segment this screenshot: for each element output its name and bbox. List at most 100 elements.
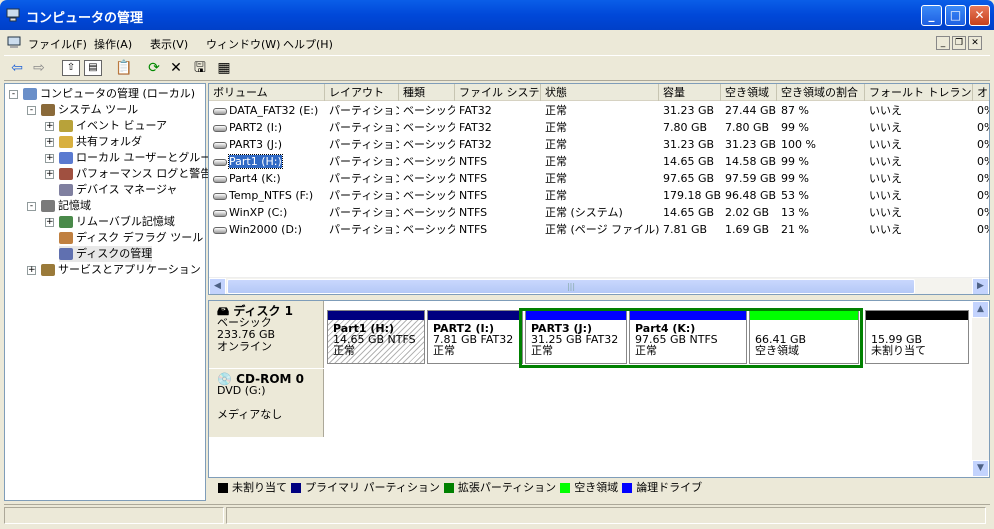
column-header-8[interactable]: フォールト トレランス xyxy=(865,84,973,101)
menu-window[interactable]: ウィンドウ(W) xyxy=(206,36,280,52)
menu-action[interactable]: 操作(A) xyxy=(94,36,132,52)
tree-item-4[interactable]: ローカル ユーザーとグループ xyxy=(59,150,222,166)
cell-4: 正常 xyxy=(545,104,567,117)
partition-color-bar xyxy=(328,311,424,320)
tree-item-3[interactable]: 共有フォルダ xyxy=(59,134,142,150)
cell-6: 1.69 GB xyxy=(725,223,770,236)
cdrom-status: メディアなし xyxy=(217,408,283,421)
table-row[interactable]: Part4 (K:) パーティション ベーシック NTFS 正常 97.65 GB 97.5… xyxy=(209,170,989,187)
tree-expander-7[interactable]: - xyxy=(27,202,36,211)
settings-icon[interactable]: 🖫 xyxy=(190,59,210,77)
computer-icon xyxy=(6,8,20,22)
column-header-0[interactable]: ボリューム xyxy=(209,84,325,101)
tree-item-9[interactable]: ディスク デフラグ ツール xyxy=(59,230,203,246)
drive-icon xyxy=(213,226,227,234)
scroll-left-icon[interactable]: ◀ xyxy=(209,278,226,294)
tree-item-label: ディスク デフラグ ツール xyxy=(76,231,204,244)
tree-item-8[interactable]: リムーバブル記憶域 xyxy=(59,214,175,230)
partition-status: 正常 xyxy=(433,344,455,357)
column-header-5[interactable]: 容量 xyxy=(659,84,721,101)
cell-3: NTFS xyxy=(459,206,488,219)
table-row[interactable]: Win2000 (D:) パーティション ベーシック NTFS 正常 (ページ ファイル… xyxy=(209,221,989,238)
column-header-1[interactable]: レイアウト xyxy=(325,84,399,101)
delete-icon[interactable]: ✕ xyxy=(166,59,186,77)
tree-item-5[interactable]: パフォーマンス ログと警告 xyxy=(59,166,211,182)
tree-item-7[interactable]: 記憶域 xyxy=(41,198,91,214)
cell-2: ベーシック xyxy=(403,121,455,134)
scroll-down-icon[interactable]: ▼ xyxy=(972,460,989,477)
tree-expander-11[interactable]: + xyxy=(27,266,36,275)
tree-expander-1[interactable]: - xyxy=(27,106,36,115)
cdrom-info[interactable]: 💿 CD-ROM 0 DVD (G:) メディアなし xyxy=(209,369,324,437)
tree-item-label: サービスとアプリケーション xyxy=(58,263,201,276)
column-header-6[interactable]: 空き領域 xyxy=(721,84,777,101)
tree-expander-8[interactable]: + xyxy=(45,218,54,227)
up-folder-icon[interactable]: ⇧ xyxy=(62,60,80,76)
tree-expander-3[interactable]: + xyxy=(45,138,54,147)
cell-3: NTFS xyxy=(459,223,488,236)
tree-item-11[interactable]: サービスとアプリケーション xyxy=(41,262,201,278)
cell-7: 99 % xyxy=(781,121,809,134)
table-row[interactable]: PART2 (I:) パーティション ベーシック FAT32 正常 7.80 GB 7.80… xyxy=(209,119,989,136)
menu-help[interactable]: ヘルプ(H) xyxy=(283,36,333,52)
cell-7: 21 % xyxy=(781,223,809,236)
column-header-3[interactable]: ファイル システム xyxy=(455,84,541,101)
menu-file[interactable]: ファイル(F) xyxy=(28,36,87,52)
scroll-up-icon[interactable]: ▲ xyxy=(972,301,989,318)
cell-7: 53 % xyxy=(781,189,809,202)
partition-block[interactable]: 15.99 GB 未割り当て xyxy=(865,310,969,364)
table-row[interactable]: Part1 (H:) パーティション ベーシック NTFS 正常 14.65 GB 14.5… xyxy=(209,153,989,170)
forward-icon[interactable]: ⇨ xyxy=(29,59,49,77)
partition-status: 正常 xyxy=(333,344,355,357)
horizontal-scrollbar[interactable]: ◀ ||| ▶ xyxy=(209,277,989,294)
tree-item-label: 共有フォルダ xyxy=(76,135,142,148)
tree-expander-5[interactable]: + xyxy=(45,170,54,179)
tree-item-1[interactable]: システム ツール xyxy=(41,102,138,118)
table-row[interactable]: PART3 (J:) パーティション ベーシック FAT32 正常 31.23 GB 31.… xyxy=(209,136,989,153)
cell-6: 96.48 GB xyxy=(725,189,777,202)
tree-item-0[interactable]: コンピュータの管理 (ローカル) xyxy=(23,86,195,102)
vertical-scrollbar[interactable]: ▲ ▼ xyxy=(972,301,989,477)
tree-item-label: イベント ビューア xyxy=(76,119,168,132)
mdi-close-button[interactable]: ✕ xyxy=(968,36,982,50)
tree-item-10[interactable]: ディスクの管理 xyxy=(59,246,153,262)
cell-6: 31.23 GB xyxy=(725,138,777,151)
back-icon[interactable]: ⇦ xyxy=(7,59,27,77)
cell-9: 0% xyxy=(977,172,989,185)
tree-item-2[interactable]: イベント ビューア xyxy=(59,118,167,134)
disk1-info[interactable]: 🖴 ディスク 1 ベーシック 233.76 GB オンライン xyxy=(209,301,324,368)
table-row[interactable]: Temp_NTFS (F:) パーティション ベーシック NTFS 正常 179.18 G… xyxy=(209,187,989,204)
tree-expander-2[interactable]: + xyxy=(45,122,54,131)
cell-3: NTFS xyxy=(459,172,488,185)
drive-icon xyxy=(213,175,227,183)
show-hide-tree-icon[interactable]: ▤ xyxy=(84,60,102,76)
table-row[interactable]: WinXP (C:) パーティション ベーシック NTFS 正常 (システム) 14.65… xyxy=(209,204,989,221)
tree-item-6[interactable]: デバイス マネージャ xyxy=(59,182,177,198)
properties-icon[interactable]: 📋 xyxy=(114,59,134,77)
volume-name: Win2000 (D:) xyxy=(229,223,302,236)
mdi-minimize-button[interactable]: _ xyxy=(936,36,950,50)
scroll-right-icon[interactable]: ▶ xyxy=(972,278,989,294)
cell-9: 0% xyxy=(977,206,989,219)
table-row[interactable]: DATA_FAT32 (E:) パーティション ベーシック FAT32 正常 31.23 … xyxy=(209,102,989,119)
tree-item-label: ローカル ユーザーとグループ xyxy=(76,151,222,164)
maximize-button[interactable]: □ xyxy=(945,5,966,26)
partition-block[interactable]: Part1 (H:) 14.65 GB NTFS 正常 xyxy=(327,310,425,364)
menu-view[interactable]: 表示(V) xyxy=(150,36,188,52)
column-header-2[interactable]: 種類 xyxy=(399,84,455,101)
computer-icon xyxy=(7,36,21,49)
cell-4: 正常 (システム) xyxy=(545,206,623,219)
column-header-7[interactable]: 空き領域の割合 xyxy=(777,84,865,101)
column-header-4[interactable]: 状態 xyxy=(541,84,659,101)
column-header-9[interactable]: オ xyxy=(973,84,989,101)
tree-expander-0[interactable]: - xyxy=(9,90,18,99)
scroll-thumb[interactable]: ||| xyxy=(227,279,915,294)
help-icon[interactable]: ▦ xyxy=(214,59,234,77)
close-button[interactable]: ✕ xyxy=(969,5,990,26)
tree-expander-4[interactable]: + xyxy=(45,154,54,163)
refresh-icon[interactable]: ⟳ xyxy=(144,59,164,77)
cell-5: 7.80 GB xyxy=(663,121,708,134)
partition-block[interactable]: PART2 (I:) 7.81 GB FAT32 正常 xyxy=(427,310,523,364)
mdi-restore-button[interactable]: ❐ xyxy=(952,36,966,50)
minimize-button[interactable]: _ xyxy=(921,5,942,26)
